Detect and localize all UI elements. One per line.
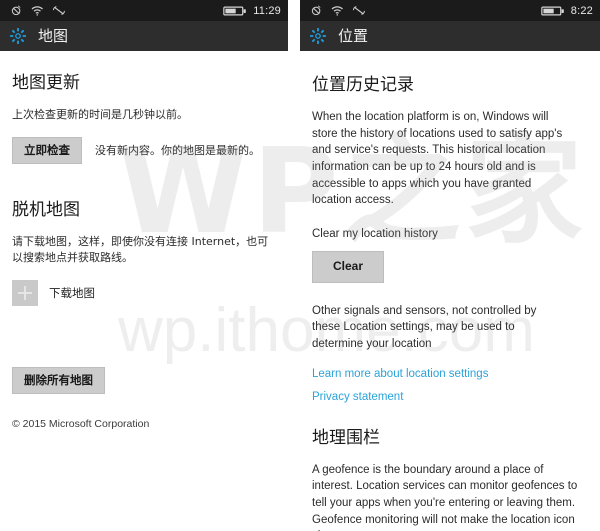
status-bar-right: 11:29	[223, 5, 281, 17]
heading-location-history: 位置历史记录	[312, 75, 414, 95]
screen-divider	[288, 0, 300, 531]
copyright-text: © 2015 Microsoft Corporation	[12, 417, 150, 430]
status-bar: 11:29	[0, 0, 288, 21]
link-privacy-statement[interactable]: Privacy statement	[312, 391, 590, 403]
gear-icon[interactable]	[9, 27, 27, 45]
app-header-maps: 地图	[0, 21, 288, 51]
map-update-status-note: 没有新内容。你的地图是最新的。	[95, 144, 260, 158]
app-title-maps: 地图	[38, 26, 69, 45]
delete-all-maps-button[interactable]: 删除所有地图	[12, 366, 105, 394]
wifi-icon	[331, 6, 343, 16]
dual-screenshot-container: 11:29 地图 地图更新 上次检查更新的时间是几秒钟以前。 立即检查 没有新内…	[0, 0, 600, 531]
status-bar-clock: 11:29	[253, 4, 281, 17]
wifi-icon	[31, 6, 43, 16]
status-bar-left-icons	[310, 4, 541, 17]
no-sim-icon	[11, 5, 21, 16]
heading-geofencing: 地理围栏	[312, 427, 380, 448]
other-signals-note: Other signals and sensors, not controlle…	[312, 304, 537, 350]
screen-location-settings: 8:22 位置 位置历史记录 When the location platfor…	[300, 0, 600, 531]
geofencing-description: A geofence is the boundary around a plac…	[312, 463, 578, 531]
link-learn-more-location-settings[interactable]: Learn more about location settings	[312, 368, 590, 380]
screen-maps-settings: 11:29 地图 地图更新 上次检查更新的时间是几秒钟以前。 立即检查 没有新内…	[0, 0, 288, 531]
check-now-button[interactable]: 立即检查	[12, 136, 82, 164]
status-bar-clock: 8:22	[570, 4, 593, 17]
no-sim-icon	[311, 5, 321, 16]
status-bar: 8:22	[300, 0, 600, 21]
offline-maps-description: 请下载地图，这样，即使你没有连接 Internet，也可以搜索地点并获取路线。	[12, 234, 269, 265]
status-bar-left-icons	[10, 4, 223, 17]
clear-history-label: Clear my location history	[312, 228, 438, 241]
plus-icon[interactable]	[12, 279, 38, 306]
download-map-label: 下载地图	[49, 285, 95, 300]
battery-icon	[223, 6, 247, 15]
cellular-icon	[52, 6, 65, 15]
download-map-row[interactable]: 下载地图	[12, 279, 276, 306]
location-settings-page: 位置历史记录 When the location platform is on,…	[300, 70, 600, 531]
heading-offline-maps: 脱机地图	[12, 199, 80, 220]
battery-icon	[541, 6, 564, 15]
gear-icon[interactable]	[309, 27, 327, 45]
location-history-description: When the location platform is on, Window…	[312, 111, 563, 207]
maps-settings-page: 地图更新 上次检查更新的时间是几秒钟以前。 立即检查 没有新内容。你的地图是最新…	[0, 68, 288, 430]
cellular-icon	[352, 6, 365, 15]
app-title-location: 位置	[338, 26, 369, 45]
map-update-description: 上次检查更新的时间是几秒钟以前。	[12, 108, 188, 121]
status-bar-right: 8:22	[541, 5, 593, 17]
check-now-row: 立即检查 没有新内容。你的地图是最新的。	[12, 136, 276, 164]
heading-map-update: 地图更新	[12, 73, 80, 93]
clear-history-button[interactable]: Clear	[312, 250, 385, 283]
app-header-location: 位置	[300, 21, 600, 51]
